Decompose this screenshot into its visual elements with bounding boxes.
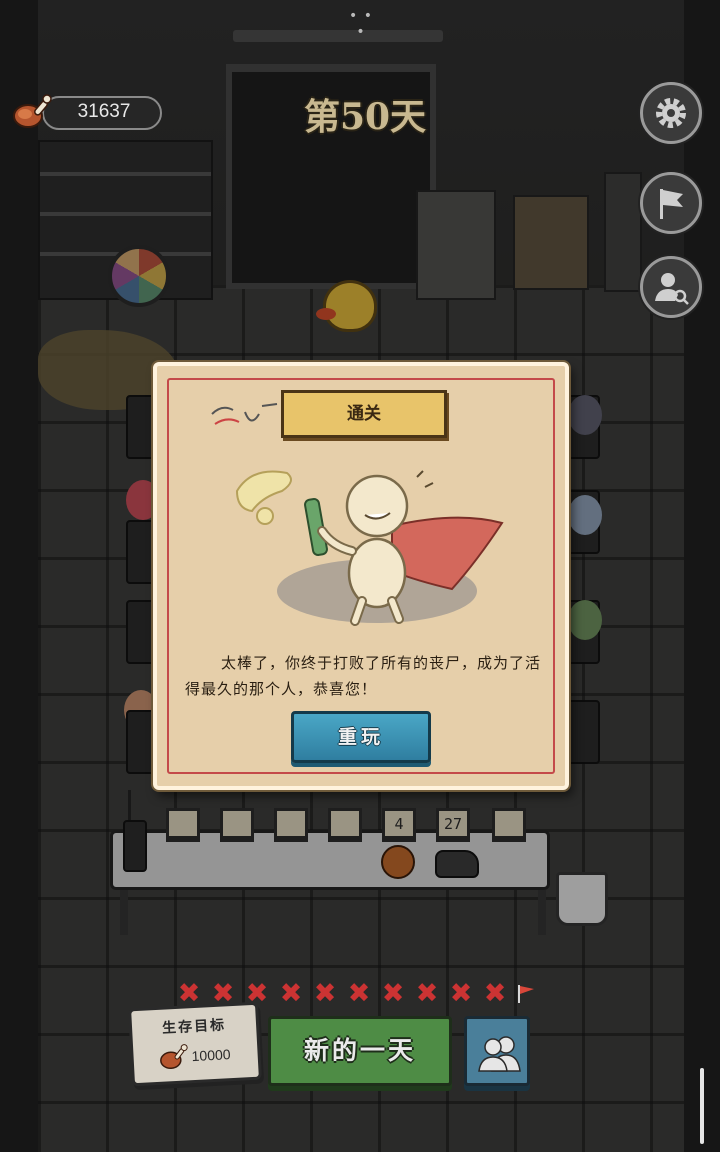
- desk-leg: [538, 890, 546, 935]
- wall-locker: [604, 172, 642, 292]
- desk-slot[interactable]: [166, 808, 200, 842]
- goal-flag-icon: [518, 985, 534, 1003]
- medical-cabinet: [416, 190, 496, 300]
- basketball-item[interactable]: [381, 845, 415, 879]
- right-letterbox: [684, 0, 720, 1152]
- game-screen: 4 27 • • • 31637 第50天 通关 太棒了，你终于打败了所有的丧尸…: [0, 0, 720, 1152]
- victory-dialog: 通关 太棒了，你终于打败了所有的丧尸，成为了活得最久的那个人，恭喜您！ 重玩: [153, 362, 569, 790]
- desk-leg: [120, 890, 128, 935]
- desk-slot[interactable]: [220, 808, 254, 842]
- replay-button[interactable]: 重玩: [291, 711, 431, 763]
- survivor-chair: [566, 700, 600, 764]
- flag-icon: [660, 189, 683, 219]
- day-x-mark: ✖: [313, 978, 337, 1009]
- day-x-mark: ✖: [279, 978, 303, 1009]
- dialog-title-banner: 通关: [281, 390, 447, 438]
- shoe-item[interactable]: [435, 850, 479, 878]
- radio-antenna: [128, 790, 131, 822]
- profile-search-button[interactable]: [640, 256, 702, 318]
- more-menu-dots[interactable]: • • •: [346, 8, 376, 40]
- desk-slot[interactable]: [492, 808, 526, 842]
- meat-icon: [13, 94, 52, 128]
- flag-button[interactable]: [640, 172, 702, 234]
- day-x-mark: ✖: [381, 978, 405, 1009]
- ceiling-lamp: [233, 30, 443, 42]
- duck-mascot[interactable]: [323, 280, 377, 332]
- goal-value: 10000: [191, 1046, 231, 1065]
- desk-slot[interactable]: 4: [382, 808, 416, 842]
- survivor-character[interactable]: [568, 600, 602, 640]
- day-x-mark: ✖: [483, 978, 507, 1009]
- walkie-talkie-item[interactable]: [123, 820, 147, 872]
- prize-wheel[interactable]: [108, 245, 170, 307]
- duck-beak: [316, 308, 336, 320]
- user-search-icon: [655, 273, 689, 305]
- bucket-item[interactable]: [556, 872, 608, 926]
- day-x-mark: ✖: [347, 978, 371, 1009]
- desk-slot[interactable]: [274, 808, 308, 842]
- sparkle-doodle-icon: [211, 403, 278, 425]
- desk-slot[interactable]: 27: [436, 808, 470, 842]
- survivors-button[interactable]: [464, 1016, 530, 1086]
- day-x-mark: ✖: [415, 978, 439, 1009]
- left-letterbox: [0, 0, 38, 1152]
- goal-title: 生存目标: [161, 1017, 227, 1037]
- survival-goal-card: 生存目标 10000: [128, 1001, 262, 1087]
- celebration-illustration: [235, 470, 504, 626]
- people-icon: [478, 1036, 521, 1072]
- settings-button[interactable]: [640, 82, 702, 144]
- day-x-mark: ✖: [449, 978, 473, 1009]
- desk-slot[interactable]: [328, 808, 362, 842]
- gear-icon: [656, 98, 686, 128]
- day-counter-title: 第50天: [303, 96, 427, 138]
- survivor-character[interactable]: [568, 395, 602, 435]
- wooden-cabinet: [513, 195, 589, 290]
- survivor-character[interactable]: [568, 495, 602, 535]
- meat-icon: [160, 1044, 188, 1070]
- dialog-message: 太棒了，你终于打败了所有的丧尸，成为了活得最久的那个人，恭喜您！: [185, 654, 542, 698]
- scrollbar[interactable]: [700, 1068, 704, 1144]
- meat-counter: 31637: [10, 92, 162, 132]
- new-day-button[interactable]: 新的一天: [268, 1016, 452, 1086]
- meat-count-value: 31637: [77, 101, 131, 122]
